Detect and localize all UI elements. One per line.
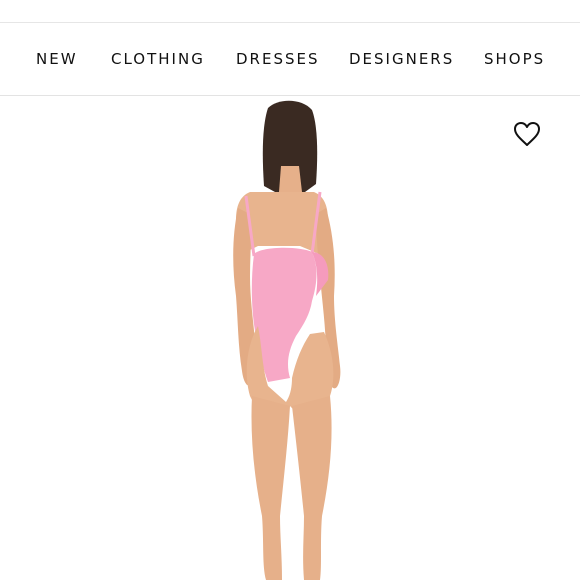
- heart-outline-icon[interactable]: [512, 120, 542, 148]
- nav-item-clothing[interactable]: CLOTHING: [111, 50, 205, 68]
- neck: [279, 166, 302, 192]
- main-nav: NEW CLOTHING DRESSES DESIGNERS SHOPS: [0, 23, 580, 96]
- nav-item-new[interactable]: NEW: [36, 50, 78, 68]
- nav-item-designers[interactable]: DESIGNERS: [349, 50, 454, 68]
- left-leg: [251, 396, 290, 580]
- product-image[interactable]: [0, 96, 580, 580]
- nav-item-dresses[interactable]: DRESSES: [236, 50, 320, 68]
- right-leg: [292, 396, 332, 580]
- nav-item-shops[interactable]: SHOPS: [484, 50, 545, 68]
